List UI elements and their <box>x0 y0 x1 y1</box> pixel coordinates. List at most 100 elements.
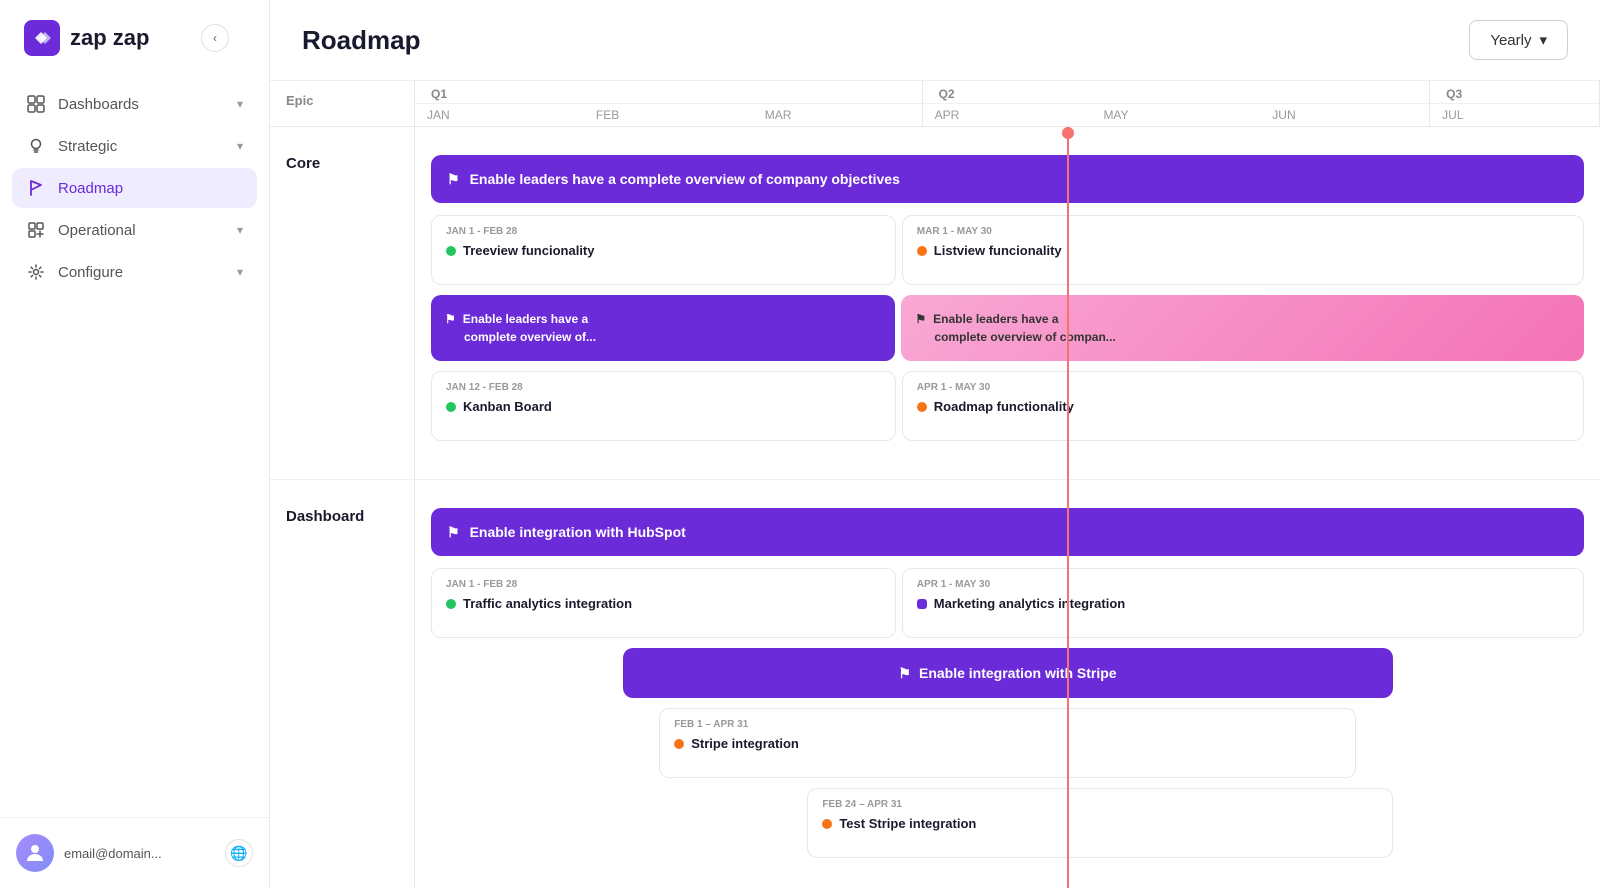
avatar <box>16 834 54 872</box>
sidebar-item-roadmap[interactable]: Roadmap <box>12 168 257 208</box>
chevron-down-icon: ▾ <box>237 139 243 153</box>
q2-label: Q2 <box>923 81 1430 104</box>
sidebar-item-dashboards[interactable]: Dashboards ▾ <box>12 84 257 124</box>
sidebar-item-strategic[interactable]: Strategic ▾ <box>12 126 257 166</box>
quarter-q1: Q1 JAN FEB MAR <box>415 81 923 126</box>
chevron-down-icon: ▾ <box>237 223 243 237</box>
dashboard-main-epic[interactable]: ⚑ Enable integration with HubSpot <box>431 508 1584 556</box>
view-selector-button[interactable]: Yearly ▾ <box>1469 20 1568 60</box>
month-apr: APR <box>923 104 1092 126</box>
core-sub-epic-purple[interactable]: ⚑ Enable leaders have a complete overvie… <box>431 295 895 361</box>
listview-name: Listview funcionality <box>917 243 1569 258</box>
epic-label-dashboard: Dashboard <box>270 480 415 888</box>
traffic-date: JAN 1 - FEB 28 <box>446 579 881 590</box>
sidebar-item-configure[interactable]: Configure ▾ <box>12 252 257 292</box>
sub-epic-label-left: Enable leaders have a <box>463 312 588 326</box>
sidebar: zap zap ‹ Dashboards ▾ <box>0 0 270 888</box>
sidebar-item-roadmap-label: Roadmap <box>58 180 123 197</box>
roadmap-func-name: Roadmap functionality <box>917 399 1569 414</box>
roadmap-grid: Epic Q1 JAN FEB MAR Q2 <box>270 81 1600 888</box>
q1-label: Q1 <box>415 81 922 104</box>
chevron-down-icon: ▾ <box>237 265 243 279</box>
marketing-name: Marketing analytics integration <box>917 596 1569 611</box>
stripe-tasks-row: FEB 1 – APR 31 Stripe integration <box>427 708 1588 778</box>
month-mar: MAR <box>753 104 922 126</box>
logo-text: zap zap <box>70 25 149 51</box>
treeview-date: JAN 1 - FEB 28 <box>446 226 881 237</box>
stripe-name: Stripe integration <box>674 736 1341 751</box>
kanban-name: Kanban Board <box>446 399 881 414</box>
dot-orange <box>674 739 684 749</box>
dot-orange-2 <box>822 819 832 829</box>
dot-purple <box>917 599 927 609</box>
task-test-stripe[interactable]: FEB 24 – APR 31 Test Stripe integration <box>807 788 1393 858</box>
quarter-q3: Q3 JUL <box>1430 81 1600 126</box>
month-may: MAY <box>1091 104 1260 126</box>
sidebar-item-configure-label: Configure <box>58 264 123 281</box>
sidebar-item-operational[interactable]: Operational ▾ <box>12 210 257 250</box>
quarter-q2: Q2 APR MAY JUN <box>923 81 1431 126</box>
main-content: Roadmap Yearly ▾ Epic Q1 JAN FEB MAR <box>270 0 1600 888</box>
q3-label: Q3 <box>1430 81 1599 104</box>
sidebar-item-operational-label: Operational <box>58 222 136 239</box>
gear-icon <box>26 262 46 282</box>
timeline-headers: Q1 JAN FEB MAR Q2 APR MAY JUN <box>415 81 1600 126</box>
task-traffic[interactable]: JAN 1 - FEB 28 Traffic analytics integra… <box>431 568 896 638</box>
core-main-epic[interactable]: ⚑ Enable leaders have a complete overvie… <box>431 155 1584 203</box>
grid-icon <box>26 94 46 114</box>
dashboard-timeline: ⚑ Enable integration with HubSpot JAN 1 … <box>415 480 1600 888</box>
core-sub-epics-row: ⚑ Enable leaders have a complete overvie… <box>427 295 1588 361</box>
sidebar-collapse-button[interactable]: ‹ <box>201 24 229 52</box>
task-roadmap-func[interactable]: Apr 1 - MAY 30 Roadmap functionality <box>902 371 1584 441</box>
core-epic-label: Enable leaders have a complete overview … <box>470 171 900 187</box>
grid-header: Epic Q1 JAN FEB MAR Q2 <box>270 81 1600 127</box>
roadmap-container[interactable]: Epic Q1 JAN FEB MAR Q2 <box>270 81 1600 888</box>
roadmap-func-date: Apr 1 - MAY 30 <box>917 382 1569 393</box>
dashboard-task-row: JAN 1 - FEB 28 Traffic analytics integra… <box>427 568 1588 638</box>
sub-epic-label-right-2: complete overview of compan... <box>915 330 1570 344</box>
task-stripe-integration[interactable]: FEB 1 – APR 31 Stripe integration <box>659 708 1356 778</box>
kanban-date: JAN 12 - FEB 28 <box>446 382 881 393</box>
chevron-down-icon: ▾ <box>1539 31 1547 49</box>
box-icon <box>26 220 46 240</box>
stripe-sub-epic[interactable]: ⚑ Enable integration with Stripe <box>623 648 1393 698</box>
stripe-epic-label: Enable integration with Stripe <box>919 665 1117 681</box>
stripe-sub-epic-row: ⚑ Enable integration with Stripe <box>427 648 1588 698</box>
chevron-down-icon: ▾ <box>237 97 243 111</box>
core-timeline: ⚑ Enable leaders have a complete overvie… <box>415 127 1600 479</box>
epic-column-header: Epic <box>270 81 415 126</box>
section-core: Core ⚑ Enable leaders have a complete ov… <box>270 127 1600 480</box>
task-treeview[interactable]: JAN 1 - FEB 28 Treeview funcionality <box>431 215 896 285</box>
grid-body: Core ⚑ Enable leaders have a complete ov… <box>270 127 1600 888</box>
core-sub-tasks-row: JAN 12 - FEB 28 Kanban Board Apr 1 - MAY… <box>427 371 1588 441</box>
view-selector-label: Yearly <box>1490 32 1531 49</box>
task-listview[interactable]: MAR 1 - MAY 30 Listview funcionality <box>902 215 1584 285</box>
globe-icon[interactable]: 🌐 <box>225 839 253 867</box>
flag-icon-sub: ⚑ <box>445 312 456 326</box>
sub-epic-label-left-2: complete overview of... <box>445 330 881 344</box>
task-kanban[interactable]: JAN 12 - FEB 28 Kanban Board <box>431 371 896 441</box>
sidebar-item-dashboards-label: Dashboards <box>58 96 139 113</box>
core-sub-epic-pink[interactable]: ⚑ Enable leaders have a complete overvie… <box>901 295 1584 361</box>
month-jun: JUN <box>1260 104 1429 126</box>
test-stripe-row: FEB 24 – APR 31 Test Stripe integration <box>427 788 1588 858</box>
main-header: Roadmap Yearly ▾ <box>270 0 1600 81</box>
epic-label-core: Core <box>270 127 415 479</box>
dashboard-epic-label: Enable integration with HubSpot <box>470 524 686 540</box>
sidebar-nav: Dashboards ▾ Strategic ▾ Roadmap <box>0 76 269 817</box>
task-marketing[interactable]: APR 1 - MAY 30 Marketing analytics integ… <box>902 568 1584 638</box>
section-dashboard: Dashboard ⚑ Enable integration with HubS… <box>270 480 1600 888</box>
flag-icon <box>26 178 46 198</box>
flag-icon-sub-pink: ⚑ <box>915 312 926 326</box>
stripe-date: FEB 1 – APR 31 <box>674 719 1341 730</box>
dot-orange <box>917 402 927 412</box>
dot-green <box>446 402 456 412</box>
core-task-row-1: JAN 1 - FEB 28 Treeview funcionality MAR… <box>427 215 1588 285</box>
sidebar-logo-area: zap zap ‹ <box>0 0 269 76</box>
dot-green <box>446 246 456 256</box>
sidebar-footer: email@domain... 🌐 <box>0 817 269 888</box>
user-email: email@domain... <box>64 846 215 861</box>
sidebar-item-strategic-label: Strategic <box>58 138 117 155</box>
treeview-name: Treeview funcionality <box>446 243 881 258</box>
lightbulb-icon <box>26 136 46 156</box>
